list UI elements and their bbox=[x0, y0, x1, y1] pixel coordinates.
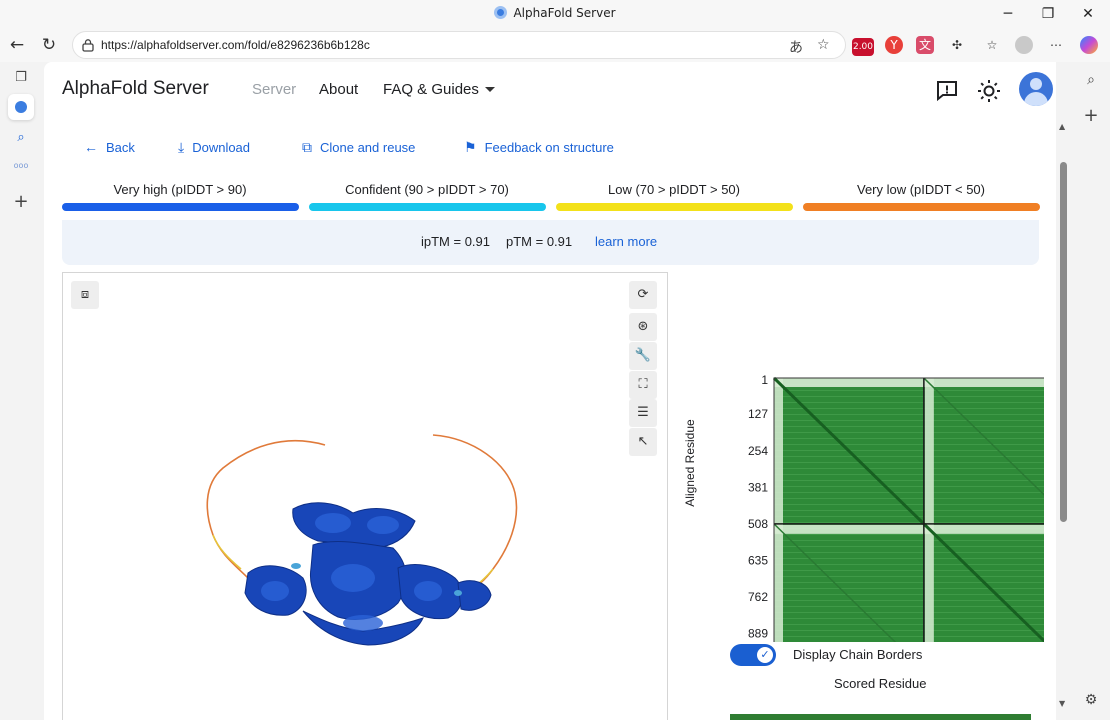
pae-y-tick: 381 bbox=[748, 480, 768, 494]
download-icon: ⤓ bbox=[178, 139, 185, 155]
copy-icon: ⧉ bbox=[302, 139, 312, 155]
nav-about[interactable]: About bbox=[319, 81, 358, 98]
tab-actions-icon[interactable]: ❐ bbox=[11, 68, 31, 88]
pae-chain-b-edge-col bbox=[924, 378, 934, 642]
back-nav-button[interactable]: ← bbox=[6, 34, 28, 56]
pae-y-tick: 889 bbox=[748, 626, 768, 640]
pae-y-tick: 127 bbox=[748, 407, 768, 421]
legend-very-high-bar bbox=[62, 203, 299, 211]
page-scrollbar[interactable]: ▲ ▼ bbox=[1056, 62, 1072, 720]
legend-very-low-label: Very low (pIDDT < 50) bbox=[856, 182, 985, 197]
scored-residue-label: Scored Residue bbox=[834, 676, 927, 691]
chain-borders-label: Display Chain Borders bbox=[793, 647, 923, 662]
toolbar: ← ↻ https://alphafoldserver.com/fold/e82… bbox=[0, 28, 1110, 62]
pae-y-tick: 1 bbox=[761, 373, 768, 387]
theme-sun-icon[interactable] bbox=[976, 78, 1002, 104]
window-titlebar: AlphaFold Server ─ ❐ ✕ bbox=[0, 0, 1110, 28]
profile-icon[interactable] bbox=[1015, 36, 1033, 54]
nav-faq-guides-label[interactable]: FAQ & Guides bbox=[383, 81, 479, 98]
ptm-value: pTM = 0.91 bbox=[506, 234, 573, 249]
favorites-icon[interactable]: ☆ bbox=[983, 36, 1001, 54]
download-button[interactable]: ⤓ Download bbox=[178, 139, 250, 156]
pae-heatmap bbox=[772, 376, 1044, 642]
url-text[interactable]: https://alphafoldserver.com/fold/e829623… bbox=[101, 38, 370, 52]
maximize-button[interactable]: ❐ bbox=[1038, 4, 1058, 24]
feedback-structure-button[interactable]: ⚑ Feedback on structure bbox=[464, 139, 614, 156]
pae-chain-a-edge-col bbox=[774, 378, 783, 642]
metrics-panel: ipTM = 0.91 pTM = 0.91 learn more bbox=[62, 220, 1039, 265]
close-window-button[interactable]: ✕ bbox=[1078, 4, 1098, 24]
next-plot-edge bbox=[730, 714, 1031, 720]
pae-y-tick: 635 bbox=[748, 553, 768, 567]
more-menu-icon[interactable]: ⋯ bbox=[1047, 36, 1065, 54]
legend-low-bar bbox=[556, 203, 793, 211]
back-label: Back bbox=[106, 140, 135, 155]
search-sidebar-icon[interactable]: ⌕ bbox=[1081, 70, 1101, 90]
translate-extension-icon[interactable]: 文 bbox=[916, 36, 934, 54]
site-info-icon[interactable] bbox=[81, 38, 95, 52]
check-icon: ✓ bbox=[757, 647, 773, 663]
legend-confident-bar bbox=[309, 203, 546, 211]
pae-chain-b-edge-row bbox=[774, 524, 1044, 534]
iptm-value: ipTM = 0.91 bbox=[421, 234, 491, 249]
read-aloud-icon[interactable]: あ bbox=[789, 37, 803, 57]
nav-faq-guides[interactable]: FAQ & Guides bbox=[383, 81, 495, 98]
download-label: Download bbox=[192, 140, 251, 155]
brand-title[interactable]: AlphaFold Server bbox=[62, 78, 209, 100]
scrollbar-thumb[interactable] bbox=[1060, 162, 1067, 522]
extension-badge[interactable]: 2.00 bbox=[852, 38, 874, 56]
extension-icon-1[interactable]: Y bbox=[885, 36, 903, 54]
edge-sidebar-left: ❐ ⌕ ooo + bbox=[0, 62, 44, 720]
legend-very-low-bar bbox=[803, 203, 1040, 211]
clone-reuse-button[interactable]: ⧉ Clone and reuse bbox=[302, 139, 415, 156]
pae-y-ticks: 11272543815086357628891016 bbox=[748, 373, 768, 640]
search-tab-icon[interactable]: ⌕ bbox=[11, 128, 31, 148]
refresh-button[interactable]: ↻ bbox=[38, 34, 60, 56]
pae-y-tick: 762 bbox=[748, 590, 768, 604]
add-sidebar-icon[interactable]: + bbox=[1081, 106, 1101, 126]
edge-sidebar-right: ⌕ + ⚙ bbox=[1072, 62, 1110, 720]
feedback-small-icon: ⚑ bbox=[464, 139, 477, 155]
feedback-label: Feedback on structure bbox=[484, 140, 614, 155]
new-tab-icon[interactable]: + bbox=[11, 192, 31, 212]
tab-group-icon[interactable]: ooo bbox=[11, 156, 31, 176]
avatar[interactable] bbox=[1019, 72, 1053, 106]
pae-y-axis-label: Aligned Residue bbox=[683, 419, 697, 507]
protein-structure-render[interactable] bbox=[63, 273, 667, 720]
address-bar[interactable]: https://alphafoldserver.com/fold/e829623… bbox=[72, 31, 846, 59]
legend-confident-label: Confident (90 > pIDDT > 70) bbox=[345, 182, 509, 197]
pae-chain-a-edge-row bbox=[774, 378, 1044, 387]
pae-y-tick: 254 bbox=[748, 444, 768, 458]
clone-label: Clone and reuse bbox=[320, 140, 416, 155]
settings-gear-icon[interactable]: ⚙ bbox=[1081, 690, 1101, 710]
chain-borders-toggle[interactable]: ✓ bbox=[730, 644, 776, 666]
window-title: AlphaFold Server bbox=[0, 6, 1110, 20]
back-button[interactable]: ← Back bbox=[84, 139, 135, 155]
chevron-down-icon[interactable] bbox=[484, 87, 495, 92]
favorite-star-icon[interactable]: ☆ bbox=[817, 37, 830, 53]
scroll-down-arrow-icon[interactable]: ▼ bbox=[1059, 699, 1065, 708]
alphafold-logo-icon bbox=[494, 6, 508, 19]
nav-server[interactable]: Server bbox=[252, 81, 296, 98]
arrow-left-icon: ← bbox=[84, 139, 98, 155]
page-content: AlphaFold Server Server About FAQ & Guid… bbox=[44, 62, 1056, 720]
window-title-text: AlphaFold Server bbox=[513, 6, 616, 20]
extensions-puzzle-icon[interactable]: ✣ bbox=[948, 36, 966, 54]
legend-low-label: Low (70 > pIDDT > 50) bbox=[608, 182, 740, 197]
minimize-button[interactable]: ─ bbox=[998, 4, 1018, 24]
pae-plot[interactable]: Aligned Residue Scored Residue 112725438… bbox=[674, 302, 1044, 642]
scroll-up-arrow-icon[interactable]: ▲ bbox=[1059, 122, 1065, 131]
active-tab-favicon[interactable] bbox=[8, 94, 34, 120]
structure-viewer[interactable]: ⧈ ⟳ ⊛ 🔧 ⛶ ☰ ↖ bbox=[62, 272, 668, 720]
learn-more-link[interactable]: learn more bbox=[595, 234, 657, 249]
pae-y-tick: 508 bbox=[748, 517, 768, 531]
feedback-icon[interactable] bbox=[934, 78, 960, 104]
copilot-icon[interactable] bbox=[1080, 36, 1098, 54]
legend-very-high-label: Very high (pIDDT > 90) bbox=[113, 182, 247, 197]
